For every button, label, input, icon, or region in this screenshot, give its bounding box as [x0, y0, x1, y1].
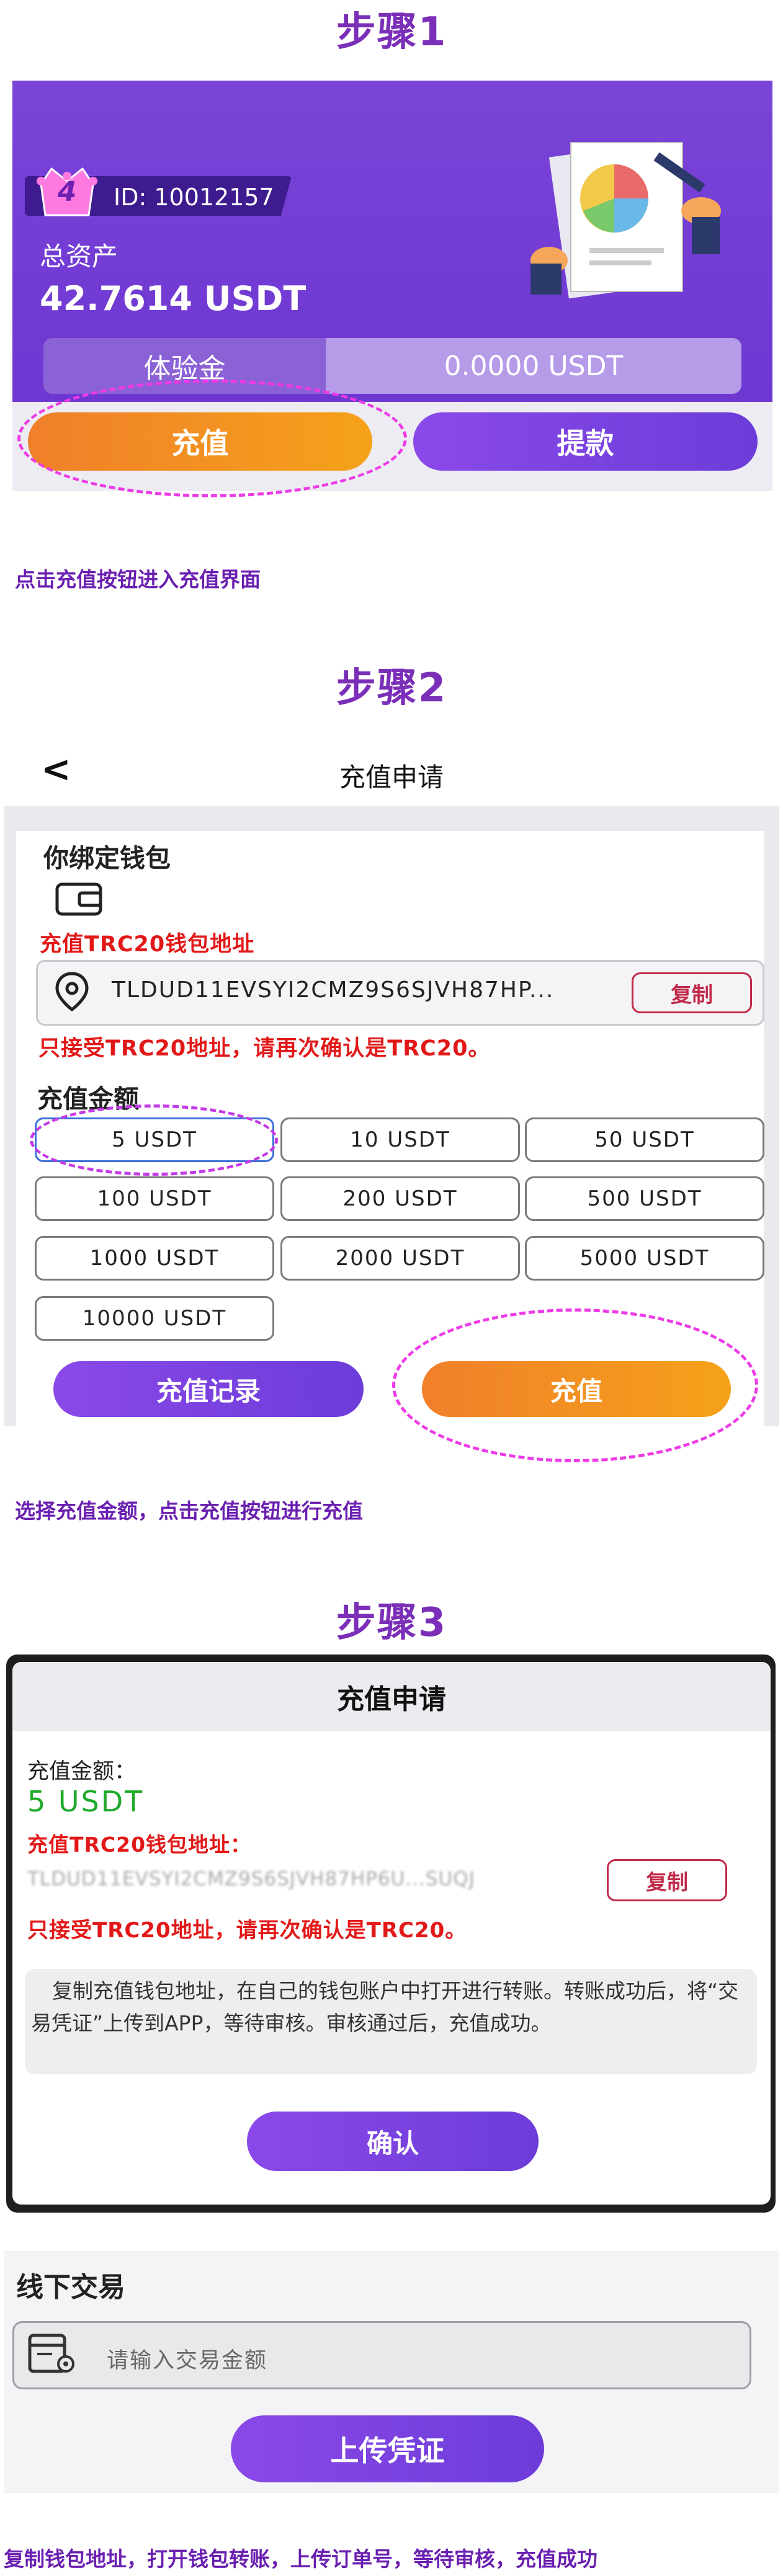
offline-trade-title: 线下交易	[16, 2272, 125, 2303]
document-settings-icon	[28, 2334, 74, 2373]
trc20-warning: 只接受TRC20地址，请再次确认是TRC20。	[27, 1918, 467, 1943]
vip-level: 4	[57, 176, 77, 208]
recharge-records-button[interactable]: 充值记录	[53, 1361, 364, 1417]
step2-title: 步骤2	[336, 665, 447, 711]
wallet-heading: 你绑定钱包	[43, 843, 171, 873]
total-assets-label: 总资产	[40, 241, 119, 272]
amount-option-50[interactable]: 50 USDT	[525, 1117, 764, 1162]
trc20-address-label: 充值TRC20钱包地址	[40, 932, 255, 957]
amount-option-5000[interactable]: 5000 USDT	[525, 1236, 764, 1281]
amount-option-10[interactable]: 10 USDT	[280, 1117, 520, 1162]
amount-option-1000[interactable]: 1000 USDT	[35, 1236, 274, 1281]
amount-option-100[interactable]: 100 USDT	[35, 1176, 274, 1221]
dialog-title: 充值申请	[12, 1662, 771, 1731]
trc20-address-label: 充值TRC20钱包地址：	[27, 1832, 252, 1857]
highlight-ellipse	[17, 380, 407, 497]
amount-option-200[interactable]: 200 USDT	[280, 1176, 520, 1221]
amount-value: 5 USDT	[27, 1785, 145, 1818]
wallet-address: TLDUD11EVSYI2CMZ9S6SJVH87HP6U...SUQJ	[27, 1868, 475, 1890]
instruction-text: 复制充值钱包地址，在自己的钱包账户中打开进行转账。转账成功后，将“交易凭证”上传…	[31, 1979, 739, 2035]
step1-caption: 点击充值按钮进入充值界面	[15, 567, 261, 592]
amount-label: 充值金额：	[27, 1759, 136, 1784]
amount-option-10000[interactable]: 10000 USDT	[35, 1296, 274, 1341]
trial-fund-value: 0.0000 USDT	[326, 338, 741, 394]
copy-address-button[interactable]: 复制	[632, 972, 752, 1013]
copy-address-button[interactable]: 复制	[607, 1859, 727, 1901]
trade-amount-placeholder: 请输入交易金额	[107, 2348, 268, 2373]
selected-amount-highlight	[30, 1104, 278, 1176]
step1-title: 步骤1	[336, 9, 447, 55]
recharge-highlight-ellipse	[392, 1308, 758, 1462]
amount-option-2000[interactable]: 2000 USDT	[280, 1236, 520, 1281]
wallet-icon	[55, 882, 102, 916]
amount-option-500[interactable]: 500 USDT	[525, 1176, 764, 1221]
wallet-address: TLDUD11EVSYI2CMZ9S6SJVH87HP...	[112, 977, 555, 1003]
step2-caption: 选择充值金额，点击充值按钮进行充值	[15, 1499, 363, 1523]
user-id: ID: 10012157	[114, 184, 274, 211]
upload-voucher-button[interactable]: 上传凭证	[231, 2415, 544, 2482]
location-pin-icon	[55, 972, 89, 1012]
step3-caption: 复制钱包地址，打开钱包转账，上传订单号，等待审核，充值成功	[4, 2547, 597, 2571]
step3-title: 步骤3	[336, 1600, 447, 1646]
report-illustration-icon	[530, 141, 721, 299]
confirm-button[interactable]: 确认	[247, 2112, 539, 2171]
trc20-warning: 只接受TRC20地址，请再次确认是TRC20。	[38, 1036, 491, 1061]
withdraw-button[interactable]: 提款	[413, 412, 758, 471]
total-assets-value: 42.7614 USDT	[40, 279, 306, 318]
screen-title: 充值申请	[339, 762, 444, 793]
